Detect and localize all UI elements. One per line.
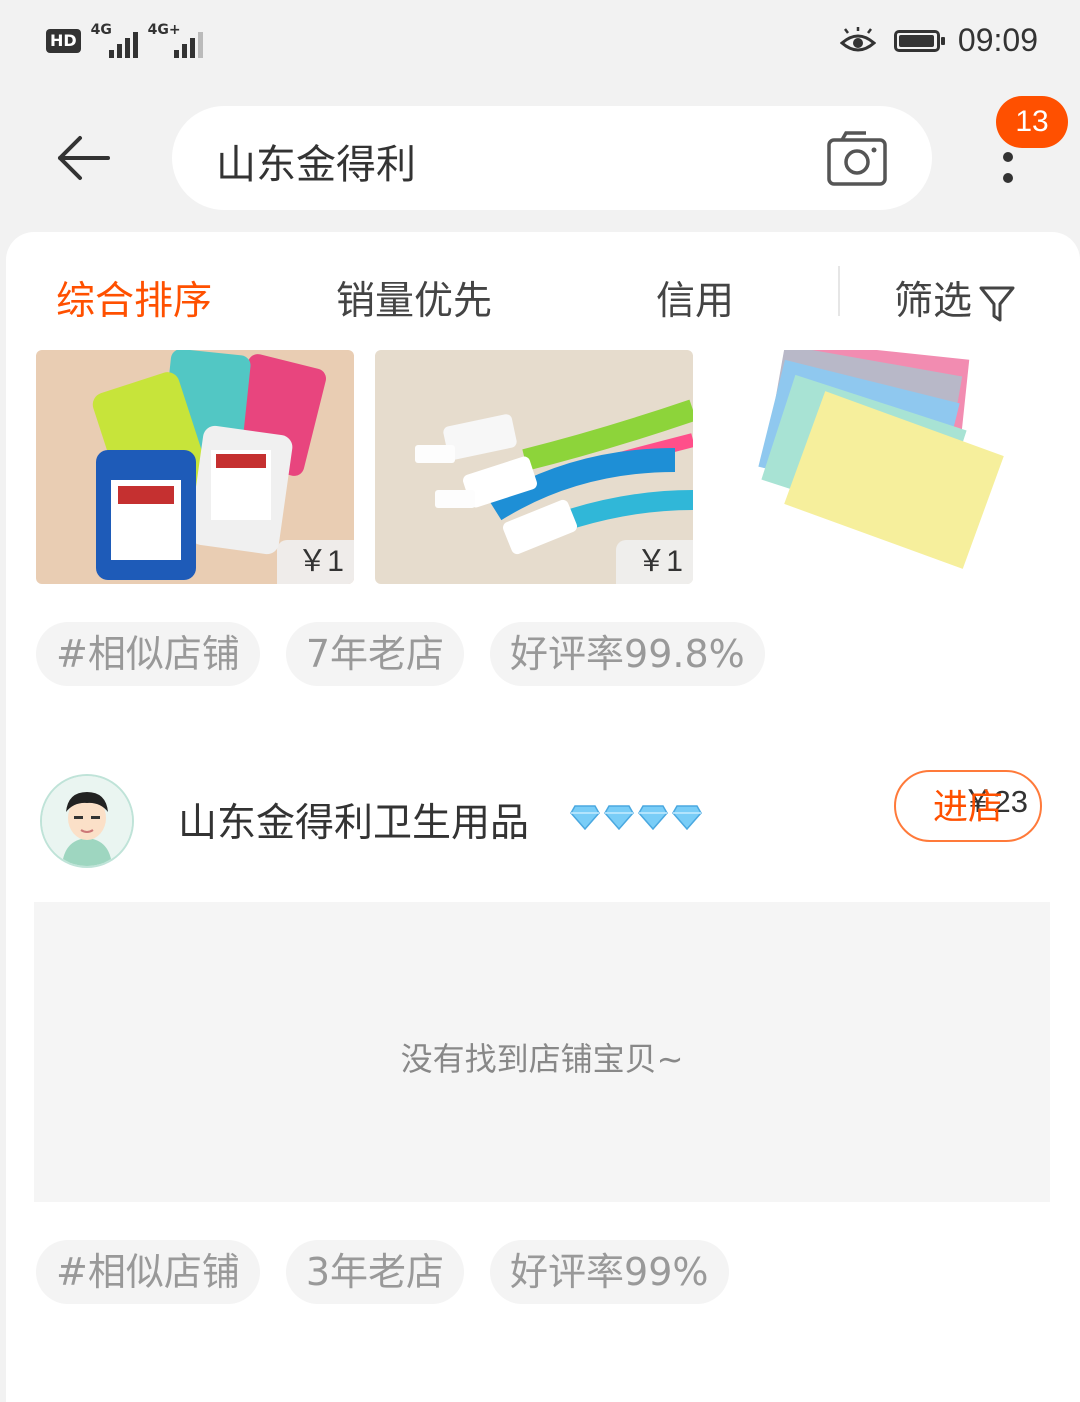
shop-name[interactable]: 山东金得利卫生用品 <box>178 792 529 848</box>
signal-group: HD 4G 4G+ <box>46 22 203 58</box>
sort-credit[interactable]: 信用 <box>656 270 734 326</box>
sort-sales[interactable]: 销量优先 <box>336 270 492 326</box>
search-bar[interactable]: 山东金得利 <box>172 106 932 210</box>
notification-badge: 13 <box>996 96 1068 148</box>
signal-icon: 4G+ <box>147 22 203 58</box>
product-price: ￥1 <box>616 540 693 584</box>
tag-shop-age: 3年老店 <box>285 1240 465 1304</box>
empty-products-panel: 没有找到店铺宝贝~ <box>34 902 1050 1202</box>
diamond-icon <box>672 805 702 830</box>
status-bar: HD 4G 4G+ 09:09 <box>0 0 1080 88</box>
tag-similar-shops[interactable]: #相似店铺 <box>36 622 260 686</box>
eye-comfort-icon <box>839 26 876 51</box>
avatar[interactable] <box>40 774 134 868</box>
sort-bar: 综合排序 销量优先 信用 筛选 <box>6 232 1080 350</box>
hd-badge: HD <box>46 29 81 53</box>
filter-icon <box>979 286 1015 321</box>
enter-shop-button[interactable]: 进店 <box>894 770 1042 842</box>
tag-similar-shops[interactable]: #相似店铺 <box>36 1240 260 1304</box>
product-image-pouches <box>714 350 1032 584</box>
signal-icon: 4G <box>90 22 138 58</box>
shop-avatar-image <box>42 776 132 866</box>
back-arrow-icon[interactable] <box>56 132 112 184</box>
product-price: ￥1 <box>277 540 354 584</box>
product-thumbnail[interactable] <box>714 350 1032 584</box>
status-right: 09:09 <box>839 22 1038 59</box>
camera-icon[interactable] <box>826 130 888 188</box>
tag-rating: 好评率99% <box>490 1240 729 1304</box>
shop-tags: #相似店铺 7年老店 好评率99.8% <box>36 622 765 686</box>
shop-tags: #相似店铺 3年老店 好评率99% <box>36 1240 729 1304</box>
product-thumbnail[interactable]: ￥1 <box>375 350 693 584</box>
tag-rating: 好评率99.8% <box>490 622 765 686</box>
diamond-icon <box>604 805 634 830</box>
diamond-icon <box>638 805 668 830</box>
search-input[interactable]: 山东金得利 <box>216 132 416 190</box>
sort-comprehensive[interactable]: 综合排序 <box>56 270 212 326</box>
empty-message: 没有找到店铺宝贝~ <box>400 1040 684 1078</box>
network-type-label: 4G <box>90 22 112 38</box>
product-thumbnail[interactable]: ￥1 <box>36 350 354 584</box>
results-card: 综合排序 销量优先 信用 筛选 ￥1 ￥1 ￥23 #相似店铺 7年老店 好评率… <box>6 232 1080 1402</box>
divider <box>838 266 840 316</box>
tag-shop-age: 7年老店 <box>285 622 465 686</box>
shop-rating-diamonds <box>570 804 702 830</box>
battery-icon <box>893 29 945 52</box>
clock: 09:09 <box>957 22 1038 58</box>
filter-button[interactable]: 筛选 <box>894 270 1016 326</box>
diamond-icon <box>570 805 600 830</box>
filter-label: 筛选 <box>894 279 973 324</box>
network-type-label: 4G+ <box>147 22 181 38</box>
